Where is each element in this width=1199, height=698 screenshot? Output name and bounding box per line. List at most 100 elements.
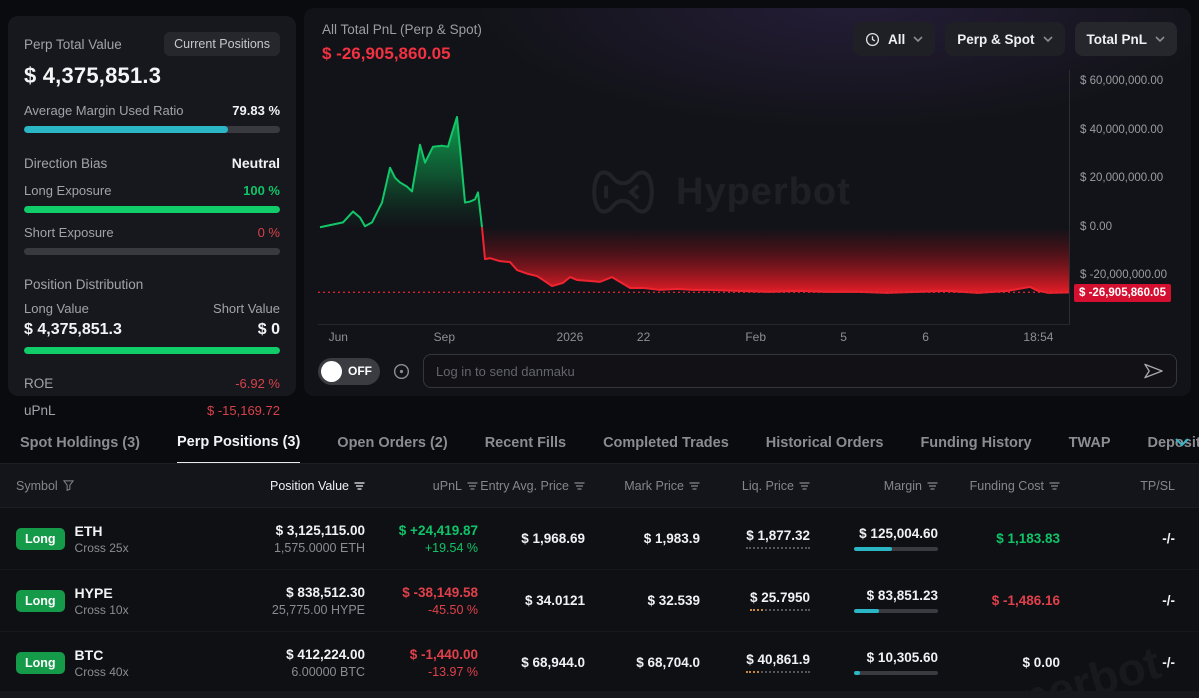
chart-x-axis: JunSep202622Feb5618:54 — [318, 330, 1070, 346]
pnl-chart-plot[interactable] — [318, 70, 1070, 325]
perp-positions-table: SymbolPosition ValueuPnLEntry Avg. Price… — [0, 464, 1199, 698]
y-axis-tick: $ 40,000,000.00 — [1080, 124, 1163, 136]
symbol-name: ETH — [75, 523, 129, 539]
liq-price-cell: $ 40,861.9 — [700, 652, 810, 673]
column-header-funding-cost[interactable]: Funding Cost — [938, 479, 1060, 493]
mark-price-cell: $ 32.539 — [585, 593, 700, 608]
upnl-label: uPnL — [24, 403, 56, 418]
side-badge: Long — [16, 652, 65, 674]
side-badge: Long — [16, 528, 65, 550]
scope-dropdown[interactable]: Perp & Spot — [945, 22, 1064, 56]
current-pnl-marker: $ -26,905,860.05 — [1074, 284, 1171, 302]
roe-label: ROE — [24, 376, 53, 391]
current-positions-button[interactable]: Current Positions — [164, 32, 280, 56]
position-value-cell: $ 412,224.006.00000 BTC — [166, 647, 365, 679]
perp-total-value: $ 4,375,851.3 — [24, 63, 280, 89]
sort-icon — [1049, 481, 1060, 491]
margin-cell: $ 125,004.60 — [810, 526, 938, 551]
bottom-tabs: Spot Holdings (3) Perp Positions (3) Open … — [0, 424, 1199, 464]
funding-cost-cell: $ -1,486.16 — [938, 593, 1060, 608]
symbol-name: HYPE — [75, 585, 129, 601]
direction-bias-value: Neutral — [232, 155, 280, 171]
x-axis-tick: Jun — [329, 330, 348, 344]
x-axis-tick: 18:54 — [1023, 330, 1053, 344]
perp-total-value-label: Perp Total Value — [24, 37, 122, 52]
time-range-value: All — [888, 32, 905, 47]
metric-dropdown[interactable]: Total PnL — [1075, 22, 1178, 56]
chart-y-axis: $ 60,000,000.00$ 40,000,000.00$ 20,000,0… — [1070, 70, 1188, 325]
scope-value: Perp & Spot — [957, 32, 1034, 47]
column-header-tp-sl[interactable]: TP/SL — [1060, 479, 1175, 493]
column-header-liq-price[interactable]: Liq. Price — [700, 479, 810, 493]
sort-icon — [799, 481, 810, 491]
danmaku-toggle[interactable]: OFF — [318, 358, 380, 385]
position-row-hype: Long HYPE Cross 10x $ 838,512.3025,775.00 H… — [0, 570, 1199, 632]
position-value-cell: $ 838,512.3025,775.00 HYPE — [166, 585, 365, 617]
column-header-upnl[interactable]: uPnL — [365, 479, 478, 493]
upnl-cell: $ +24,419.87+19.54 % — [365, 523, 478, 555]
x-axis-tick: Sep — [434, 330, 455, 344]
y-axis-tick: $ 20,000,000.00 — [1080, 172, 1163, 184]
danmaku-settings-icon[interactable] — [392, 362, 411, 381]
short-value-label: Short Value — [213, 301, 280, 316]
direction-bias-label: Direction Bias — [24, 156, 107, 171]
mark-price-cell: $ 68,704.0 — [585, 655, 700, 670]
metric-value: Total PnL — [1087, 32, 1148, 47]
symbol-name: BTC — [75, 647, 129, 663]
tabs-more-chevron-down-icon[interactable] — [1175, 438, 1189, 447]
entry-price-cell: $ 68,944.0 — [478, 655, 585, 670]
chevron-down-icon — [1043, 36, 1053, 42]
danmaku-input[interactable] — [436, 364, 1135, 379]
sort-icon — [689, 481, 700, 491]
sort-icon — [467, 481, 478, 491]
toggle-knob — [321, 361, 342, 382]
pnl-chart-value: $ -26,905,860.05 — [322, 44, 482, 64]
position-row-btc: LongBTCCross 40x$ 412,224.006.00000 BTC$… — [0, 632, 1199, 694]
liq-price-cell: $ 25.7950 — [700, 590, 810, 611]
tab-recent-fills[interactable]: Recent Fills — [485, 435, 566, 463]
tab-deposits-withdraw[interactable]: Deposits & Withdraw — [1148, 435, 1199, 463]
table-header-row: SymbolPosition ValueuPnLEntry Avg. Price… — [0, 464, 1199, 508]
column-header-entry-avg-price[interactable]: Entry Avg. Price — [478, 479, 585, 493]
tpsl-cell: -/- — [1060, 655, 1175, 670]
mark-price-cell: $ 1,983.9 — [585, 531, 700, 546]
column-header-symbol[interactable]: Symbol — [16, 479, 166, 493]
tab-twap[interactable]: TWAP — [1069, 435, 1111, 463]
send-icon[interactable] — [1143, 363, 1164, 379]
tab-completed-trades[interactable]: Completed Trades — [603, 435, 729, 463]
tab-historical-orders[interactable]: Historical Orders — [766, 435, 884, 463]
position-value-cell: $ 3,125,115.001,575.0000 ETH — [166, 523, 365, 555]
bottom-scrollbar-track[interactable] — [0, 691, 1199, 698]
margin-usage-bar — [854, 671, 938, 675]
tab-funding-history[interactable]: Funding History — [920, 435, 1031, 463]
position-distribution-label: Position Distribution — [24, 277, 143, 292]
pnl-chart-title: All Total PnL (Perp & Spot) — [322, 22, 482, 37]
position-row-eth: Long ETH Cross 25x $ 3,125,115.001,575.0000… — [0, 508, 1199, 570]
x-axis-tick: 5 — [840, 330, 847, 344]
margin-usage-bar — [854, 547, 938, 551]
sort-icon — [354, 481, 365, 491]
margin-mode: Cross 10x — [75, 603, 129, 617]
time-range-dropdown[interactable]: All — [853, 22, 935, 56]
column-header-mark-price[interactable]: Mark Price — [585, 479, 700, 493]
chart-filters: All Perp & Spot Total PnL — [853, 22, 1177, 56]
side-badge: Long — [16, 590, 65, 612]
column-header-position-value[interactable]: Position Value — [166, 479, 365, 493]
sort-icon — [574, 481, 585, 491]
avg-margin-bar — [24, 126, 280, 133]
roe-value: -6.92 % — [235, 376, 280, 391]
upnl-cell: $ -1,440.00-13.97 % — [365, 647, 478, 679]
long-value-label: Long Value — [24, 301, 89, 316]
margin-mode: Cross 25x — [75, 541, 129, 555]
upnl-cell: $ -38,149.58-45.50 % — [365, 585, 478, 617]
margin-cell: $ 83,851.23 — [810, 588, 938, 613]
margin-cell: $ 10,305.60 — [810, 650, 938, 675]
tab-spot-holdings-3[interactable]: Spot Holdings (3) — [20, 435, 140, 463]
x-axis-tick: 6 — [922, 330, 929, 344]
funding-cost-cell: $ 0.00 — [938, 655, 1060, 670]
column-header-margin[interactable]: Margin — [810, 479, 938, 493]
tab-open-orders-2[interactable]: Open Orders (2) — [337, 435, 447, 463]
tab-perp-positions-3[interactable]: Perp Positions (3) — [177, 434, 300, 464]
short-exposure-value: 0 % — [258, 225, 280, 240]
margin-mode: Cross 40x — [75, 665, 129, 679]
